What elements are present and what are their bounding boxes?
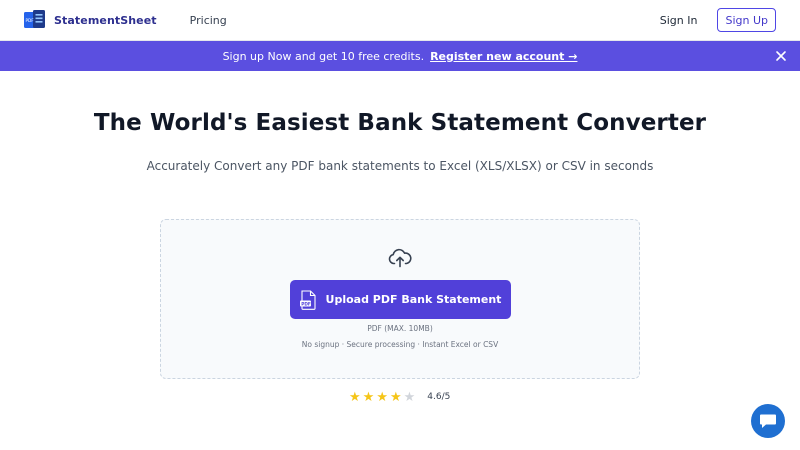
brand[interactable]: PDF StatementSheet [24, 10, 157, 30]
page-subtitle: Accurately Convert any PDF bank statemen… [146, 159, 654, 173]
star-icon: ★ [362, 389, 375, 405]
star-icon: ★ [349, 389, 361, 405]
rating: ★ ★ ★ ★ ★ 4.6/5 [349, 390, 450, 404]
star-icon: ★ [403, 389, 416, 405]
logo-text: PDF [26, 18, 35, 23]
nav-pricing-link[interactable]: Pricing [190, 14, 227, 27]
promo-text: Sign up Now and get 10 free credits. [222, 49, 425, 63]
sign-in-link[interactable]: Sign In [660, 14, 698, 27]
star-icon: ★ [376, 389, 388, 405]
cloud-upload-icon[interactable] [388, 248, 412, 268]
top-nav: PDF StatementSheet Pricing Sign In Sign … [0, 0, 800, 41]
register-link[interactable]: Register new account → [430, 50, 577, 63]
promo-banner: Sign up Now and get 10 free credits. Reg… [0, 41, 800, 71]
pdf-file-icon: PDF [299, 289, 316, 310]
pdf-icon-label: PDF [301, 301, 311, 307]
rating-value: 4.6/5 [427, 392, 451, 402]
upload-button-label: Upload PDF Bank Statement [325, 293, 502, 306]
auth-actions: Sign In Sign Up [660, 8, 776, 32]
sign-up-button[interactable]: Sign Up [717, 8, 776, 32]
page-title: The World's Easiest Bank Statement Conve… [93, 110, 707, 136]
logo-icon: PDF [24, 10, 45, 28]
upload-dropzone[interactable]: PDF Upload PDF Bank Statement PDF (MAX. … [160, 219, 640, 379]
star-icon: ★ [389, 389, 402, 405]
page: PDF StatementSheet Pricing Sign In Sign … [0, 0, 800, 450]
upload-pdf-button[interactable]: PDF Upload PDF Bank Statement [290, 280, 511, 319]
feature-list: No signup · Secure processing · Instant … [301, 340, 499, 349]
brand-name[interactable]: StatementSheet [54, 14, 157, 27]
close-icon[interactable] [774, 49, 788, 63]
chat-launcher-button[interactable] [751, 404, 785, 438]
chat-bubble-icon [760, 414, 776, 428]
file-size-hint: PDF (MAX. 10MB) [367, 324, 433, 333]
